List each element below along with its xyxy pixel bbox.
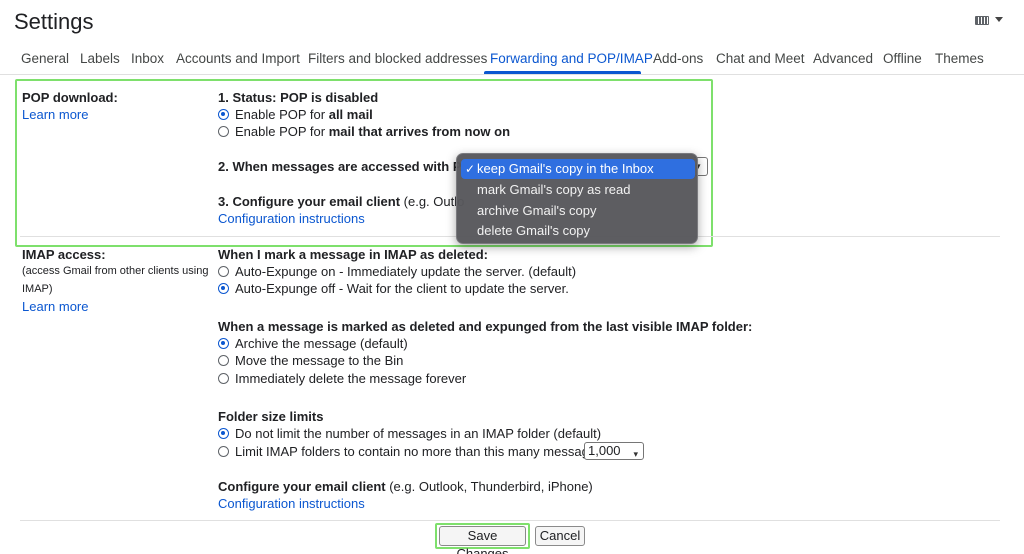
archive-message-radio[interactable]: [218, 338, 229, 349]
tab-advanced[interactable]: Advanced: [813, 51, 873, 66]
auto-expunge-off-label: Auto-Expunge off - Wait for the client t…: [235, 281, 569, 296]
pop-from-now-label: Enable POP for mail that arrives from no…: [235, 124, 511, 139]
dropdown-option-delete[interactable]: delete Gmail's copy: [461, 221, 695, 241]
pop-status: 1. Status: POP is disabled: [218, 90, 379, 105]
delete-forever-label: Immediately delete the message forever: [235, 371, 467, 386]
imap-expunged-heading: When a message is marked as deleted and …: [218, 319, 753, 334]
limit-count-value: 1,000: [588, 443, 621, 458]
delete-forever-radio[interactable]: [218, 373, 229, 384]
active-tab-indicator: [484, 71, 641, 74]
imap-learn-more-link[interactable]: Learn more: [22, 299, 88, 314]
imap-mark-deleted-heading: When I mark a message in IMAP as deleted…: [218, 247, 488, 262]
tab-add-ons[interactable]: Add-ons: [653, 51, 703, 66]
tab-accounts-import[interactable]: Accounts and Import: [176, 51, 300, 66]
limit-folders-radio[interactable]: [218, 446, 229, 457]
auto-expunge-on-radio[interactable]: [218, 266, 229, 277]
limit-count-select[interactable]: 1,000 ▾: [584, 442, 644, 460]
dropdown-option-label: keep Gmail's copy in the Inbox: [477, 161, 654, 176]
pop-when-accessed: 2. When messages are accessed with PO: [218, 159, 472, 174]
folder-size-heading: Folder size limits: [218, 409, 324, 424]
tab-general[interactable]: General: [21, 51, 69, 66]
dropdown-option-mark-read[interactable]: mark Gmail's copy as read: [461, 180, 695, 200]
keyboard-icon[interactable]: [975, 16, 989, 25]
move-to-bin-label: Move the message to the Bin: [235, 353, 404, 368]
imap-config-instructions-link[interactable]: Configuration instructions: [218, 496, 365, 511]
imap-subtext-1: (access Gmail from other clients using: [22, 265, 209, 277]
tab-chat-meet[interactable]: Chat and Meet: [716, 51, 805, 66]
auto-expunge-on-label: Auto-Expunge on - Immediately update the…: [235, 264, 577, 279]
auto-expunge-off-radio[interactable]: [218, 283, 229, 294]
pop-from-now-radio[interactable]: [218, 126, 229, 137]
tab-offline[interactable]: Offline: [883, 51, 922, 66]
no-limit-label: Do not limit the number of messages in a…: [235, 426, 602, 441]
page-title: Settings: [14, 9, 94, 34]
cancel-button[interactable]: Cancel: [535, 526, 585, 546]
chevron-down-icon: ▾: [633, 449, 638, 459]
pop-configure-client: 3. Configure your email client (e.g. Out…: [218, 194, 465, 209]
pop-all-mail-label: Enable POP for all mail: [235, 107, 373, 122]
imap-subtext-2: IMAP): [22, 283, 53, 295]
pop-action-dropdown-menu: ✓ keep Gmail's copy in the Inbox mark Gm…: [456, 153, 698, 244]
pop-config-instructions-link[interactable]: Configuration instructions: [218, 211, 365, 226]
dropdown-option-keep-inbox[interactable]: ✓ keep Gmail's copy in the Inbox: [461, 159, 695, 179]
pop-all-mail-radio[interactable]: [218, 109, 229, 120]
tab-themes[interactable]: Themes: [935, 51, 984, 66]
tab-labels[interactable]: Labels: [80, 51, 120, 66]
chevron-down-icon[interactable]: [995, 17, 1003, 22]
tab-forwarding-pop-imap[interactable]: Forwarding and POP/IMAP: [490, 51, 653, 66]
pop-learn-more-link[interactable]: Learn more: [22, 107, 88, 122]
archive-message-label: Archive the message (default): [235, 336, 408, 351]
no-limit-radio[interactable]: [218, 428, 229, 439]
imap-configure-client: Configure your email client (e.g. Outloo…: [218, 479, 593, 494]
tab-filters[interactable]: Filters and blocked addresses: [308, 51, 487, 66]
dropdown-option-archive[interactable]: archive Gmail's copy: [461, 201, 695, 221]
imap-heading: IMAP access:: [22, 247, 106, 262]
checkmark-icon: ✓: [465, 162, 476, 176]
settings-tabs: General Labels Inbox Accounts and Import…: [0, 45, 1024, 75]
move-to-bin-radio[interactable]: [218, 355, 229, 366]
limit-folders-label: Limit IMAP folders to contain no more th…: [235, 444, 603, 459]
save-changes-button[interactable]: Save Changes: [439, 526, 526, 554]
footer-divider: [20, 520, 1000, 521]
tab-inbox[interactable]: Inbox: [131, 51, 164, 66]
pop-heading: POP download:: [22, 90, 118, 105]
